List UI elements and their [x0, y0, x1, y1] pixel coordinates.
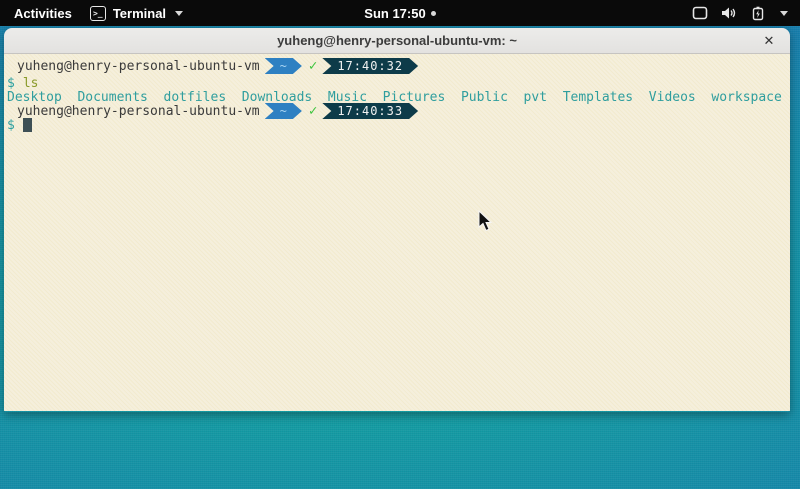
volume-icon: [721, 6, 738, 20]
screen-icon: [692, 6, 708, 20]
notification-dot-icon: [431, 11, 436, 16]
prompt-line-1: yuheng@henry-personal-ubuntu-vm ~ ✓ 17:4…: [7, 58, 418, 74]
prompt-time-segment: 17:40:32: [322, 58, 418, 74]
battery-charging-icon: [751, 6, 765, 21]
terminal-window: yuheng@henry-personal-ubuntu-vm: ~ ✕ yuh…: [4, 28, 790, 412]
current-input-line[interactable]: $: [7, 117, 32, 133]
app-menu-label: Terminal: [113, 6, 166, 21]
activities-button[interactable]: Activities: [10, 6, 76, 21]
system-tray[interactable]: [692, 6, 800, 21]
desktop-background: yuheng@henry-personal-ubuntu-vm: ~ ✕ yuh…: [0, 26, 800, 489]
terminal-app-icon: >_: [90, 6, 106, 21]
text-cursor: [23, 118, 32, 132]
close-button[interactable]: ✕: [758, 28, 780, 54]
window-titlebar[interactable]: yuheng@henry-personal-ubuntu-vm: ~ ✕: [4, 28, 790, 54]
dropdown-arrow-icon: [175, 11, 183, 16]
prompt-symbol: $: [7, 118, 15, 133]
top-bar: Activities >_ Terminal Sun 17:50: [0, 0, 800, 26]
app-menu-terminal[interactable]: >_ Terminal: [90, 6, 183, 21]
window-title: yuheng@henry-personal-ubuntu-vm: ~: [277, 33, 517, 48]
screen: Activities >_ Terminal Sun 17:50: [0, 0, 800, 489]
clock[interactable]: Sun 17:50: [364, 6, 425, 21]
status-check-icon: ✓: [309, 58, 317, 74]
chevron-down-icon: [780, 11, 788, 16]
prompt-time-segment: 17:40:33: [322, 103, 418, 119]
status-check-icon: ✓: [309, 103, 317, 119]
prompt-user-host: yuheng@henry-personal-ubuntu-vm: [7, 104, 260, 119]
prompt-path-segment: ~: [265, 58, 302, 74]
prompt-path-segment: ~: [265, 103, 302, 119]
prompt-user-host: yuheng@henry-personal-ubuntu-vm: [7, 59, 260, 74]
prompt-line-2: yuheng@henry-personal-ubuntu-vm ~ ✓ 17:4…: [7, 103, 418, 119]
mouse-pointer-icon: [478, 210, 494, 232]
terminal-content[interactable]: yuheng@henry-personal-ubuntu-vm ~ ✓ 17:4…: [4, 54, 790, 411]
